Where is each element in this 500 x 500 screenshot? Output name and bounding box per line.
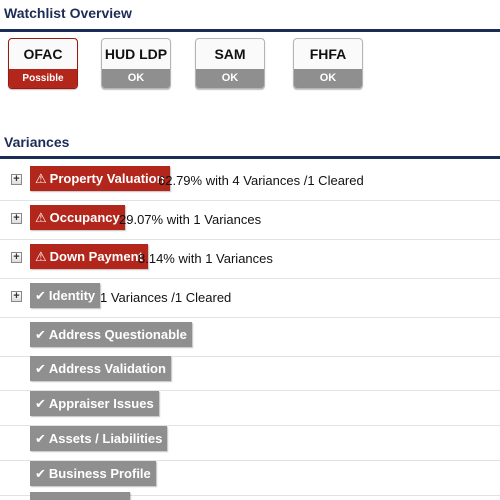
badge-ofac[interactable]: OFAC Possible Match bbox=[8, 38, 78, 89]
variance-tag-identity[interactable]: ✔ Identity bbox=[30, 283, 101, 308]
badge-fhfa-name: FHFA bbox=[309, 46, 347, 62]
variance-tag-down-payment[interactable]: ⚠ Down Payment bbox=[30, 244, 148, 269]
checkmark-icon: ✔ bbox=[35, 396, 46, 411]
variance-tag-appraiser-issues[interactable]: ✔ Appraiser Issues bbox=[30, 391, 159, 416]
variance-label: Property Valuation bbox=[49, 171, 165, 186]
variance-tag-address-validation[interactable]: ✔ Address Validation bbox=[30, 356, 171, 381]
badge-hud-ldp-name: HUD LDP bbox=[104, 46, 168, 62]
variance-label: Identity bbox=[48, 288, 96, 303]
variance-label: Business Profile bbox=[48, 466, 151, 481]
variance-detail: 62.79% with 4 Variances /1 Cleared bbox=[158, 173, 364, 188]
variance-detail: 29.07% with 1 Variances bbox=[119, 212, 262, 227]
variances-divider bbox=[0, 156, 500, 159]
variance-tag-property-valuation[interactable]: ⚠ Property Valuation bbox=[30, 166, 170, 191]
variance-row-occupancy: + ⚠ Occupancy 29.07% with 1 Variances bbox=[0, 200, 500, 240]
badge-fhfa-status: OK bbox=[294, 69, 362, 88]
expand-down-payment-button[interactable]: + bbox=[11, 252, 22, 263]
variance-label: Address Questionable bbox=[48, 327, 187, 342]
warning-icon: ⚠ bbox=[35, 249, 47, 264]
variance-tag-partial[interactable] bbox=[30, 492, 130, 500]
variance-label: Address Validation bbox=[48, 361, 166, 376]
variance-row-assets-liabilities: ✔ Assets / Liabilities bbox=[0, 421, 500, 461]
variance-row-business-profile: ✔ Business Profile bbox=[0, 456, 500, 496]
badge-ofac-name: OFAC bbox=[23, 46, 63, 62]
variance-detail: 8.14% with 1 Variances bbox=[138, 251, 273, 266]
variance-row-down-payment: + ⚠ Down Payment 8.14% with 1 Variances bbox=[0, 239, 500, 279]
variance-tag-occupancy[interactable]: ⚠ Occupancy bbox=[30, 205, 125, 230]
badge-hud-ldp[interactable]: HUD LDP OK bbox=[101, 38, 171, 89]
variance-label: Occupancy bbox=[49, 210, 120, 225]
expand-property-valuation-button[interactable]: + bbox=[11, 174, 22, 185]
variances-title: Variances bbox=[4, 134, 70, 150]
watchlist-title: Watchlist Overview bbox=[4, 5, 132, 21]
variance-row-identity: + ✔ Identity 1 Variances /1 Cleared bbox=[0, 278, 500, 318]
variance-tag-address-questionable[interactable]: ✔ Address Questionable bbox=[30, 322, 192, 347]
watchlist-divider bbox=[0, 29, 500, 32]
checkmark-icon: ✔ bbox=[35, 361, 46, 376]
badge-fhfa[interactable]: FHFA OK bbox=[293, 38, 363, 89]
variance-label: Assets / Liabilities bbox=[48, 431, 163, 446]
variance-row-appraiser-issues: ✔ Appraiser Issues bbox=[0, 386, 500, 426]
expand-occupancy-button[interactable]: + bbox=[11, 213, 22, 224]
variance-row-property-valuation: + ⚠ Property Valuation 62.79% with 4 Vari… bbox=[0, 161, 500, 201]
variance-label: Down Payment bbox=[49, 249, 143, 264]
badge-sam-epls[interactable]: SAM EPLS OK bbox=[195, 38, 265, 89]
checkmark-icon: ✔ bbox=[35, 327, 46, 342]
checkmark-icon: ✔ bbox=[35, 431, 46, 446]
variance-tag-assets-liabilities[interactable]: ✔ Assets / Liabilities bbox=[30, 426, 168, 451]
warning-icon: ⚠ bbox=[35, 171, 47, 186]
badge-sam-epls-status: OK bbox=[196, 69, 264, 88]
badge-hud-ldp-status: OK bbox=[102, 69, 170, 88]
expand-identity-button[interactable]: + bbox=[11, 291, 22, 302]
variance-row-address-validation: ✔ Address Validation bbox=[0, 351, 500, 391]
checkmark-icon: ✔ bbox=[35, 288, 46, 303]
variance-label: Appraiser Issues bbox=[48, 396, 154, 411]
checkmark-icon: ✔ bbox=[35, 466, 46, 481]
badge-sam-epls-name: SAM EPLS bbox=[212, 46, 249, 88]
warning-icon: ⚠ bbox=[35, 210, 47, 225]
variance-tag-business-profile[interactable]: ✔ Business Profile bbox=[30, 461, 156, 486]
variance-detail: 1 Variances /1 Cleared bbox=[100, 290, 232, 305]
badge-ofac-status: Possible Match bbox=[9, 69, 77, 88]
